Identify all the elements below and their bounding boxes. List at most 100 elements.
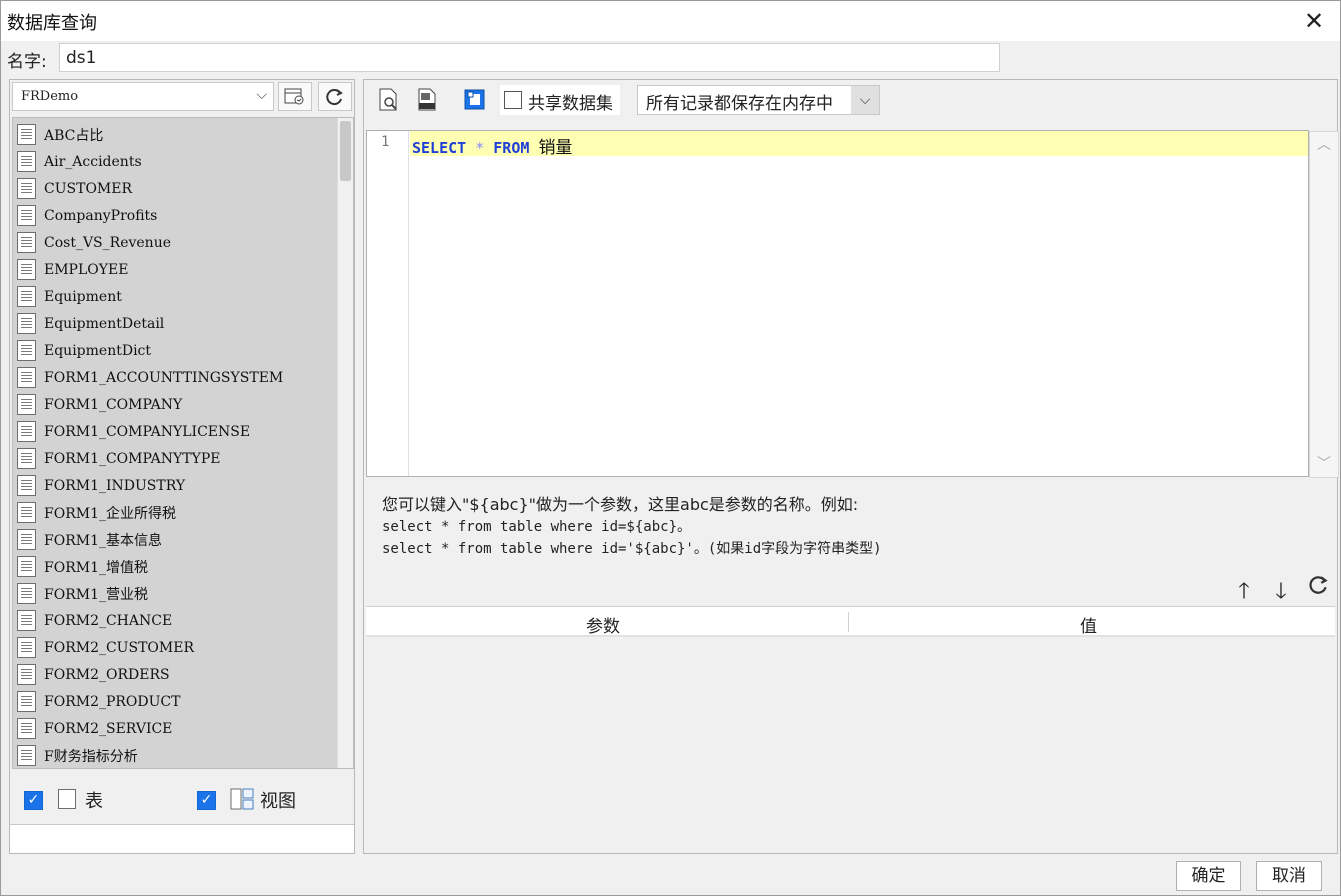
- sql-table-name: 销量: [538, 138, 573, 158]
- share-dataset-checkbox[interactable]: [504, 91, 522, 109]
- table-name: FORM2_CUSTOMER: [44, 639, 194, 656]
- table-icon: [17, 502, 36, 523]
- sql-operator: *: [475, 139, 485, 157]
- table-icon: [17, 610, 36, 631]
- table-icon: [17, 205, 36, 226]
- table-list-item[interactable]: EquipmentDetail: [17, 310, 337, 337]
- table-list-item[interactable]: Cost_VS_Revenue: [17, 229, 337, 256]
- ok-button[interactable]: 确定: [1176, 861, 1241, 891]
- table-list-item[interactable]: FORM1_营业税: [17, 580, 337, 607]
- table-icon: [17, 259, 36, 280]
- table-name: Cost_VS_Revenue: [44, 234, 171, 251]
- table-name: EquipmentDetail: [44, 315, 165, 332]
- table-type-filters: ✓ 表 ✓ 视图: [12, 773, 354, 821]
- column-header-param[interactable]: 参数: [586, 612, 620, 637]
- sql-toolbar: 共享数据集 所有记录都保存在内存中 ⌵: [364, 80, 1337, 122]
- table-list-item[interactable]: FORM2_CUSTOMER: [17, 634, 337, 661]
- table-icon: [17, 286, 36, 307]
- table-list-item[interactable]: FORM1_ACCOUNTTINGSYSTEM: [17, 364, 337, 391]
- table-icon: [17, 583, 36, 604]
- table-list-item[interactable]: FORM2_PRODUCT: [17, 688, 337, 715]
- table-list-item[interactable]: CompanyProfits: [17, 202, 337, 229]
- show-views-label: 视图: [260, 791, 296, 812]
- parameter-panel-icon: [464, 89, 485, 110]
- memory-mode-select[interactable]: 所有记录都保存在内存中 ⌵: [637, 85, 880, 115]
- parameter-panel-button[interactable]: [462, 88, 488, 114]
- column-header-value[interactable]: 值: [1080, 612, 1097, 637]
- view-icon: [230, 788, 254, 810]
- table-list-item[interactable]: FORM1_COMPANY: [17, 391, 337, 418]
- table-icon: [17, 529, 36, 550]
- show-views-checkbox[interactable]: ✓: [197, 791, 216, 810]
- table-list-item[interactable]: FORM1_基本信息: [17, 526, 337, 553]
- table-list-item[interactable]: ABC占比: [17, 121, 337, 148]
- query-dialog: 数据库查询 ✕ 名字: FRDemo ⌵ AB: [0, 0, 1341, 896]
- table-list-item[interactable]: FORM1_企业所得税: [17, 499, 337, 526]
- table-list-item[interactable]: CUSTOMER: [17, 175, 337, 202]
- table-list[interactable]: ABC占比 Air_Accidents CUSTOMER CompanyProfits…: [12, 117, 354, 769]
- table-list-scrollbar[interactable]: [337, 118, 353, 768]
- table-icon: [17, 691, 36, 712]
- hint-line-2: select * from table where id=${abc}。: [382, 519, 692, 535]
- table-icon: [58, 789, 76, 809]
- sql-button[interactable]: [414, 88, 440, 114]
- table-list-item[interactable]: FORM2_SERVICE: [17, 715, 337, 742]
- table-list-item[interactable]: Air_Accidents: [17, 148, 337, 175]
- sql-editor[interactable]: 1 SELECT * FROM 销量 ︿ ﹀: [366, 130, 1339, 478]
- table-icon: [17, 448, 36, 469]
- refresh-tables-button[interactable]: [318, 82, 352, 111]
- editor-scrollbar[interactable]: ︿ ﹀: [1309, 131, 1339, 478]
- table-icon: [17, 664, 36, 685]
- table-icon: [17, 313, 36, 334]
- close-icon[interactable]: ✕: [1300, 7, 1328, 35]
- table-list-item[interactable]: FORM1_INDUSTRY: [17, 472, 337, 499]
- share-dataset-label: 共享数据集: [528, 94, 613, 114]
- database-select[interactable]: FRDemo ⌵: [12, 82, 274, 111]
- table-name: FORM1_COMPANY: [44, 396, 183, 413]
- preview-icon: [379, 88, 397, 111]
- table-icon: [17, 637, 36, 658]
- scroll-up-icon[interactable]: ︿: [1310, 134, 1338, 154]
- table-list-item[interactable]: FORM1_COMPANYLICENSE: [17, 418, 337, 445]
- table-name: EquipmentDict: [44, 342, 152, 359]
- sql-code-line[interactable]: SELECT * FROM 销量: [412, 133, 572, 158]
- table-icon: [17, 151, 36, 172]
- parameter-table-header: 参数 值: [366, 607, 1335, 637]
- table-name: FORM1_企业所得税: [44, 505, 176, 522]
- refresh-params-icon[interactable]: [1307, 574, 1331, 602]
- table-name: FORM1_营业税: [44, 586, 148, 603]
- name-label: 名字:: [7, 52, 47, 72]
- table-list-item[interactable]: F财务指标分析: [17, 742, 337, 768]
- table-name: FORM1_ACCOUNTTINGSYSTEM: [44, 369, 284, 386]
- share-dataset-option[interactable]: 共享数据集: [500, 85, 620, 115]
- show-tables-label: 表: [85, 791, 103, 812]
- table-name: Air_Accidents: [44, 153, 142, 170]
- scrollbar-thumb[interactable]: [340, 121, 351, 181]
- table-icon: [17, 718, 36, 739]
- sql-panel: 共享数据集 所有记录都保存在内存中 ⌵ 1 SELECT * FROM 销量 ︿…: [363, 79, 1339, 854]
- show-tables-checkbox[interactable]: ✓: [24, 791, 43, 810]
- cancel-button[interactable]: 取消: [1256, 861, 1322, 891]
- sql-file-icon: [418, 88, 436, 111]
- line-gutter: 1: [367, 131, 409, 476]
- table-icon: [17, 340, 36, 361]
- table-name: FORM1_INDUSTRY: [44, 477, 186, 494]
- table-list-item[interactable]: FORM1_增值税: [17, 553, 337, 580]
- table-search-input[interactable]: [10, 824, 354, 853]
- table-list-item[interactable]: FORM1_COMPANYTYPE: [17, 445, 337, 472]
- table-name: EMPLOYEE: [44, 261, 129, 278]
- table-list-item[interactable]: EMPLOYEE: [17, 256, 337, 283]
- table-list-item[interactable]: FORM2_CHANCE: [17, 607, 337, 634]
- table-name: FORM1_基本信息: [44, 532, 162, 549]
- preview-button[interactable]: [376, 88, 402, 114]
- scroll-down-icon[interactable]: ﹀: [1310, 453, 1338, 473]
- table-list-item[interactable]: FORM2_ORDERS: [17, 661, 337, 688]
- table-icon: [17, 367, 36, 388]
- table-icon: [17, 394, 36, 415]
- table-icon: [17, 475, 36, 496]
- edit-connection-button[interactable]: [278, 82, 312, 111]
- table-list-item[interactable]: Equipment: [17, 283, 337, 310]
- name-input[interactable]: [59, 43, 1000, 72]
- table-list-item[interactable]: EquipmentDict: [17, 337, 337, 364]
- title-bar: 数据库查询 ✕: [1, 1, 1340, 41]
